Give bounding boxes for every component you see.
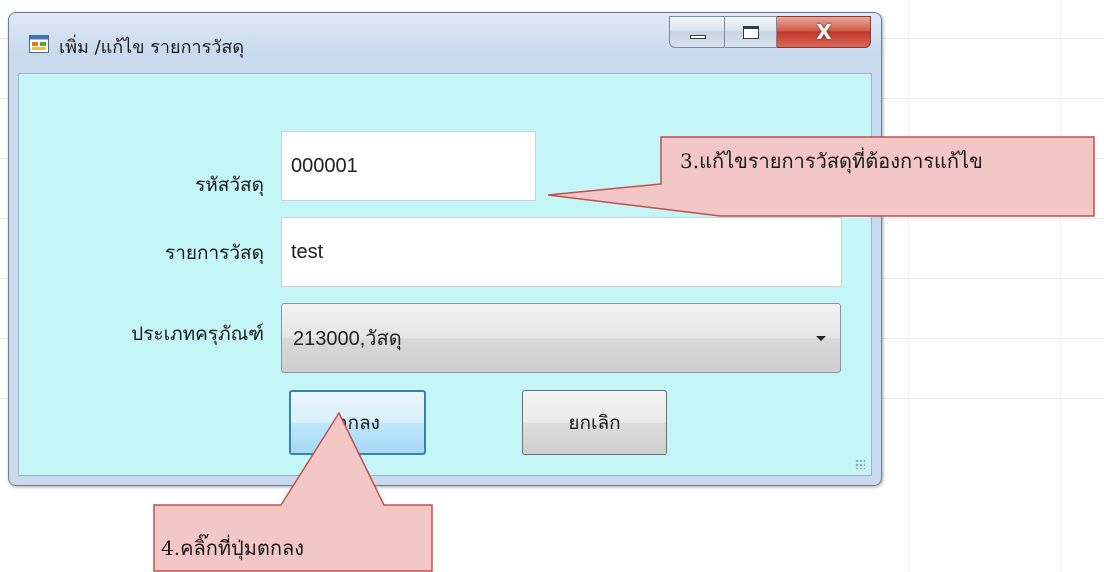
material-code-label: รหัสวัสดุ	[195, 174, 264, 196]
ok-button[interactable]: ตกลง	[289, 390, 426, 455]
material-code-input[interactable]: 000001	[281, 131, 536, 201]
title-bar[interactable]: เพิ่ม /แก้ไข รายการวัสดุ X	[9, 13, 881, 73]
cancel-button[interactable]: ยกเลิก	[522, 390, 667, 455]
grid-line	[1060, 0, 1061, 572]
minimize-button[interactable]	[669, 16, 725, 48]
grid-line	[908, 0, 909, 572]
material-name-input[interactable]: test	[281, 217, 842, 287]
form-app-icon	[29, 35, 49, 53]
edit-material-dialog: เพิ่ม /แก้ไข รายการวัสดุ X รหัสวัสดุ 000…	[8, 12, 882, 486]
material-name-label: รายการวัสดุ	[165, 242, 264, 264]
window-title: เพิ่ม /แก้ไข รายการวัสดุ	[59, 37, 245, 58]
equipment-type-label: ประเภทครุภัณฑ์	[131, 323, 264, 345]
equipment-type-select[interactable]: 213000,วัสดุ	[281, 303, 841, 373]
form-client-area: รหัสวัสดุ 000001 รายการวัสดุ test ประเภท…	[18, 73, 872, 476]
maximize-icon	[743, 26, 759, 39]
minimize-icon	[690, 35, 706, 39]
close-icon: X	[816, 20, 832, 44]
caption-buttons: X	[669, 16, 871, 50]
maximize-button[interactable]	[725, 16, 777, 48]
callout-step3-text: 3.แก้ไขรายการวัสดุที่ต้องการแก้ไข	[680, 149, 983, 173]
equipment-type-selected: 213000,วัสดุ	[293, 328, 402, 350]
screen: เพิ่ม /แก้ไข รายการวัสดุ X รหัสวัสดุ 000…	[0, 0, 1104, 572]
callout-step4-text: 4.คลิ๊กที่ปุ่มตกลง	[161, 536, 305, 560]
chevron-down-icon	[816, 336, 826, 341]
resize-grip-icon[interactable]	[855, 459, 865, 469]
close-button[interactable]: X	[777, 16, 871, 48]
